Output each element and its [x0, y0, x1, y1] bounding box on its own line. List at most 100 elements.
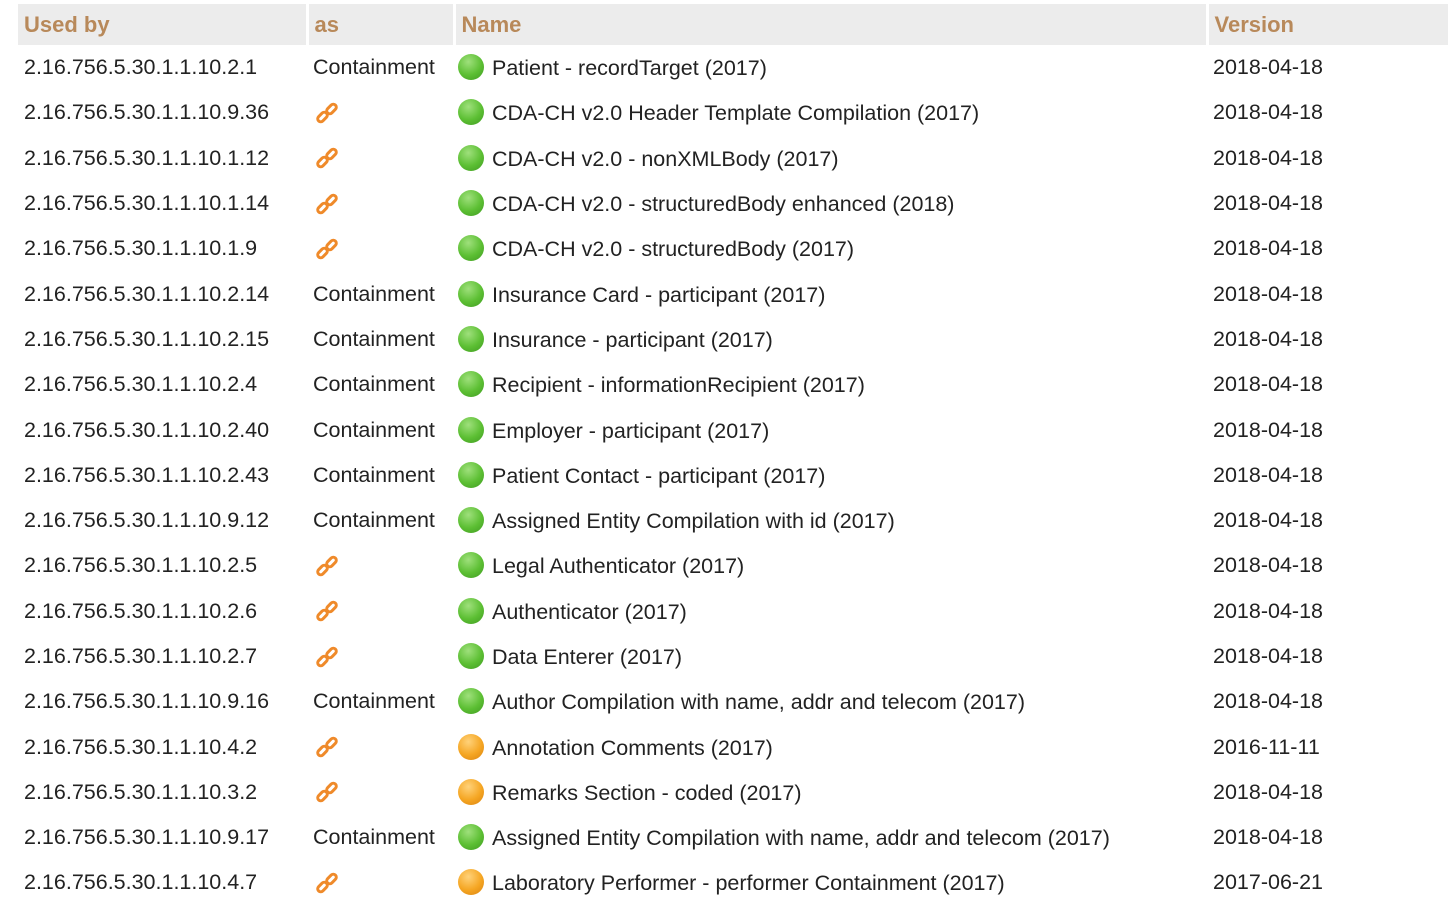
used-by-id[interactable]: 2.16.756.5.30.1.1.10.2.4: [18, 362, 307, 407]
used-by-id[interactable]: 2.16.756.5.30.1.1.10.2.43: [18, 453, 307, 498]
table-row[interactable]: 2.16.756.5.30.1.1.10.4.7 Laboratory Perfo…: [18, 860, 1448, 905]
version-date: 2016-11-11: [1213, 734, 1320, 759]
table-row[interactable]: 2.16.756.5.30.1.1.10.1.12 CDA-CH v2.0 - n…: [18, 136, 1448, 181]
template-name[interactable]: CDA-CH v2.0 Header Template Compilation …: [492, 101, 979, 125]
template-name[interactable]: CDA-CH v2.0 - nonXMLBody (2017): [492, 147, 839, 171]
template-name[interactable]: Remarks Section - coded (2017): [492, 781, 802, 805]
used-by-id[interactable]: 2.16.756.5.30.1.1.10.2.1: [18, 45, 307, 90]
template-name-cell[interactable]: CDA-CH v2.0 - structuredBody (2017): [454, 226, 1207, 271]
template-name[interactable]: Insurance - participant (2017): [492, 328, 773, 352]
table-row[interactable]: 2.16.756.5.30.1.1.10.1.14 CDA-CH v2.0 - s…: [18, 181, 1448, 226]
used-by-id[interactable]: 2.16.756.5.30.1.1.10.9.17: [18, 815, 307, 860]
column-header-as[interactable]: as: [305, 4, 454, 45]
table-row[interactable]: 2.16.756.5.30.1.1.10.9.16 Containment Auth…: [18, 679, 1448, 724]
version-date: 2018-04-18: [1213, 281, 1323, 306]
version-date: 2018-04-18: [1213, 598, 1323, 623]
used-by-id[interactable]: 2.16.756.5.30.1.1.10.1.14: [18, 181, 307, 226]
template-name[interactable]: Assigned Entity Compilation with id (201…: [492, 509, 895, 533]
table-row[interactable]: 2.16.756.5.30.1.1.10.4.2 Annotation Comme…: [18, 724, 1448, 769]
table-row[interactable]: 2.16.756.5.30.1.1.10.2.43 Containment Pati…: [18, 453, 1448, 498]
table-row[interactable]: 2.16.756.5.30.1.1.10.2.5 Legal Authentica…: [18, 543, 1448, 588]
used-by-id[interactable]: 2.16.756.5.30.1.1.10.3.2: [18, 770, 307, 815]
template-name-cell[interactable]: Assigned Entity Compilation with id (201…: [454, 498, 1207, 543]
template-name[interactable]: Author Compilation with name, addr and t…: [492, 690, 1025, 714]
used-by-id[interactable]: 2.16.756.5.30.1.1.10.2.6: [18, 589, 307, 634]
relation-type: [307, 181, 454, 226]
template-name[interactable]: CDA-CH v2.0 - structuredBody (2017): [492, 237, 854, 261]
table-row[interactable]: 2.16.756.5.30.1.1.10.1.9 CDA-CH v2.0 - st…: [18, 226, 1448, 271]
used-by-id[interactable]: 2.16.756.5.30.1.1.10.4.7: [18, 860, 307, 905]
table-body: 2.16.756.5.30.1.1.10.2.1 Containment Patie…: [18, 45, 1448, 906]
template-name-cell[interactable]: Patient - recordTarget (2017): [454, 45, 1207, 90]
used-by-id[interactable]: 2.16.756.5.30.1.1.10.2.5: [18, 543, 307, 588]
template-name[interactable]: Laboratory Performer - performer Contain…: [492, 871, 1005, 895]
table-row[interactable]: 2.16.756.5.30.1.1.10.2.7 Data Enterer (20…: [18, 634, 1448, 679]
used-by-id[interactable]: 2.16.756.5.30.1.1.10.2.40: [18, 407, 307, 452]
link-icon: [313, 643, 341, 671]
used-by-id[interactable]: 2.16.756.5.30.1.1.10.4.2: [18, 724, 307, 769]
status-active-icon: [458, 99, 484, 126]
template-name[interactable]: Patient Contact - participant (2017): [492, 464, 825, 488]
table-row[interactable]: 2.16.756.5.30.1.1.10.9.36 CDA-CH v2.0 Hea…: [18, 90, 1448, 135]
used-by-id[interactable]: 2.16.756.5.30.1.1.10.9.12: [18, 498, 307, 543]
used-by-id[interactable]: 2.16.756.5.30.1.1.10.2.7: [18, 634, 307, 679]
table-row[interactable]: 2.16.756.5.30.1.1.10.2.40 Containment Empl…: [18, 407, 1448, 452]
relation-type: Containment: [307, 271, 454, 316]
column-header-version[interactable]: Version: [1205, 4, 1448, 45]
template-name-cell[interactable]: CDA-CH v2.0 - structuredBody enhanced (2…: [454, 181, 1207, 226]
table-row[interactable]: 2.16.756.5.30.1.1.10.9.12 Containment Assi…: [18, 498, 1448, 543]
template-name-cell[interactable]: Laboratory Performer - performer Contain…: [454, 860, 1207, 905]
used-by-id[interactable]: 2.16.756.5.30.1.1.10.1.9: [18, 226, 307, 271]
template-name-cell[interactable]: Assigned Entity Compilation with name, a…: [454, 815, 1207, 860]
template-name[interactable]: Recipient - informationRecipient (2017): [492, 373, 865, 397]
template-name[interactable]: CDA-CH v2.0 - structuredBody enhanced (2…: [492, 192, 954, 216]
link-icon: [313, 778, 341, 806]
template-name-cell[interactable]: Patient Contact - participant (2017): [454, 453, 1207, 498]
used-by-id[interactable]: 2.16.756.5.30.1.1.10.1.12: [18, 136, 307, 181]
template-name-cell[interactable]: Authenticator (2017): [454, 589, 1207, 634]
used-by-id[interactable]: 2.16.756.5.30.1.1.10.9.36: [18, 90, 307, 135]
template-name-cell[interactable]: Author Compilation with name, addr and t…: [454, 679, 1207, 724]
table-row[interactable]: 2.16.756.5.30.1.1.10.3.2 Remarks Section …: [18, 770, 1448, 815]
used-by-id[interactable]: 2.16.756.5.30.1.1.10.9.16: [18, 679, 307, 724]
template-name[interactable]: Legal Authenticator (2017): [492, 554, 744, 578]
template-name-cell[interactable]: Employer - participant (2017): [454, 407, 1207, 452]
table-row[interactable]: 2.16.756.5.30.1.1.10.2.4 Containment Recip…: [18, 362, 1448, 407]
template-name-cell[interactable]: Insurance Card - participant (2017): [454, 271, 1207, 316]
status-active-icon: [458, 325, 484, 352]
template-name-cell[interactable]: Recipient - informationRecipient (2017): [454, 362, 1207, 407]
version-date: 2018-04-18: [1213, 462, 1323, 487]
template-name-cell[interactable]: Data Enterer (2017): [454, 634, 1207, 679]
template-name[interactable]: Assigned Entity Compilation with name, a…: [492, 826, 1110, 850]
used-by-id[interactable]: 2.16.756.5.30.1.1.10.2.15: [18, 317, 307, 362]
template-name-cell[interactable]: Insurance - participant (2017): [454, 317, 1207, 362]
relation-type: [307, 634, 454, 679]
template-name-cell[interactable]: Legal Authenticator (2017): [454, 543, 1207, 588]
table-row[interactable]: 2.16.756.5.30.1.1.10.2.14 Containment Insu…: [18, 271, 1448, 316]
column-header-name[interactable]: Name: [452, 4, 1207, 45]
template-name-cell[interactable]: Remarks Section - coded (2017): [454, 770, 1207, 815]
template-name-cell[interactable]: CDA-CH v2.0 - nonXMLBody (2017): [454, 136, 1207, 181]
template-name[interactable]: Authenticator (2017): [492, 600, 687, 624]
relation-type: [307, 860, 454, 905]
link-icon: [313, 869, 341, 897]
table-row[interactable]: 2.16.756.5.30.1.1.10.2.1 Containment Patie…: [18, 45, 1448, 90]
version-date: 2018-04-18: [1213, 417, 1323, 442]
table-row[interactable]: 2.16.756.5.30.1.1.10.2.15 Containment Insu…: [18, 317, 1448, 362]
status-draft-icon: [458, 778, 484, 805]
relation-type-label: Containment: [313, 462, 435, 487]
template-name[interactable]: Data Enterer (2017): [492, 645, 682, 669]
relation-type: [307, 136, 454, 181]
template-name[interactable]: Insurance Card - participant (2017): [492, 283, 825, 307]
template-name[interactable]: Employer - participant (2017): [492, 419, 769, 443]
template-name-cell[interactable]: Annotation Comments (2017): [454, 724, 1207, 769]
used-by-id[interactable]: 2.16.756.5.30.1.1.10.2.14: [18, 271, 307, 316]
table-row[interactable]: 2.16.756.5.30.1.1.10.2.6 Authenticator (2…: [18, 589, 1448, 634]
template-name-cell[interactable]: CDA-CH v2.0 Header Template Compilation …: [454, 90, 1207, 135]
template-name[interactable]: Annotation Comments (2017): [492, 736, 773, 760]
table-row[interactable]: 2.16.756.5.30.1.1.10.9.17 Containment Assi…: [18, 815, 1448, 860]
relation-type: [307, 724, 454, 769]
status-active-icon: [458, 280, 484, 307]
template-name[interactable]: Patient - recordTarget (2017): [492, 56, 767, 80]
column-header-used-by[interactable]: Used by: [18, 4, 307, 45]
